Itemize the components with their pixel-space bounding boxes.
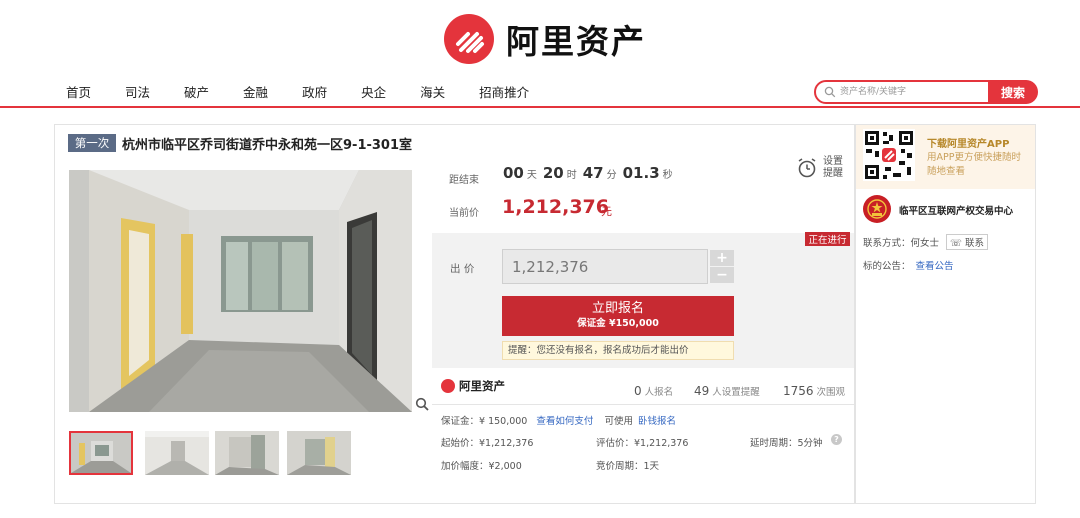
- stat-registrations-count: 0: [634, 384, 642, 398]
- site-logo[interactable]: 阿里资产: [444, 14, 646, 64]
- thumbnail-1[interactable]: [69, 431, 133, 475]
- current-price-unit: 元: [601, 205, 612, 218]
- notice-label: 标的公告：: [863, 261, 911, 272]
- organization-name[interactable]: 临平区互联网产权交易中心: [899, 203, 1013, 217]
- start-price: 起始价：¥1,212,376: [441, 438, 534, 449]
- stat-reminders-label: 人设置提醒: [712, 387, 760, 398]
- countdown-minutes-unit: 分: [606, 170, 617, 181]
- app-download-title[interactable]: 下载阿里资产APP: [927, 135, 1009, 150]
- nav-item-home[interactable]: 首页: [66, 82, 91, 101]
- bid-decrease-button[interactable]: −: [710, 267, 734, 283]
- bid-increase-button[interactable]: +: [710, 250, 734, 266]
- countdown-days-unit: 天: [526, 170, 537, 181]
- appraisal-price: 评估价：¥1,212,376: [596, 438, 689, 449]
- lot-title: 杭州市临平区乔司街道乔中永和苑一区9-1-301室: [122, 138, 413, 153]
- usable-label: 可使用: [604, 416, 633, 427]
- nav-item-bankruptcy[interactable]: 破产: [184, 82, 209, 101]
- thumbnail-2[interactable]: [145, 431, 209, 475]
- nav-item-central-soe[interactable]: 央企: [361, 82, 386, 101]
- deposit-info: 保证金：¥ 150,000 查看如何支付 可使用 卧钱报名: [441, 413, 676, 427]
- search-button[interactable]: 搜索: [988, 80, 1038, 104]
- main-nav: 首页 司法 破产 金融 政府 央企 海关 招商推介: [66, 82, 563, 101]
- countdown-hours: 20: [542, 164, 564, 182]
- national-emblem-icon: [863, 195, 891, 223]
- stat-reminders-count: 49: [694, 384, 710, 398]
- status-badge: 正在进行: [805, 232, 850, 246]
- brand-name: 阿里资产: [506, 22, 646, 61]
- auction-round-badge: 第一次: [68, 134, 116, 152]
- search-bar: 搜索: [814, 80, 1038, 104]
- reminder-line2: 提醒: [823, 168, 843, 179]
- main-property-photo[interactable]: [69, 170, 412, 412]
- bid-increment: 加价幅度：¥2,000: [441, 461, 522, 472]
- countdown-hours-unit: 时: [566, 170, 577, 181]
- countdown-days: 00: [503, 164, 524, 182]
- current-price: 1,212,376: [502, 196, 609, 218]
- countdown-timer: 00 天 20 时 47 分 01.3 秒: [503, 164, 679, 182]
- view-notice-link[interactable]: 查看公告: [916, 261, 954, 272]
- bidding-cycle: 竞价周期：1天: [596, 461, 660, 472]
- stats-divider: [432, 404, 854, 405]
- zoom-icon[interactable]: [415, 397, 429, 411]
- contact-label: 联系方式：何女士: [863, 238, 940, 249]
- how-to-pay-link[interactable]: 查看如何支付: [536, 416, 593, 427]
- brand-logo-icon: [444, 14, 494, 64]
- stat-reminders: 49 人设置提醒: [694, 380, 760, 399]
- countdown-minutes: 47: [582, 164, 604, 182]
- search-icon: [824, 86, 836, 98]
- contact-button-label: 联系: [964, 238, 984, 249]
- thumbnail-4[interactable]: [287, 431, 351, 475]
- deposit-label: 保证金：¥ 150,000: [441, 416, 528, 427]
- stat-views: 1756 次围观: [783, 380, 845, 399]
- register-now-button[interactable]: 立即报名 保证金 ¥150,000: [502, 296, 734, 336]
- set-reminder-button[interactable]: 设置 提醒: [797, 156, 843, 180]
- registration-tip: 提醒：您还没有报名，报名成功后才能出价: [502, 341, 734, 360]
- contact-info: 联系方式：何女士 ☏ 联系: [863, 234, 988, 250]
- brand-logo-small-icon: [441, 379, 455, 393]
- reminder-line1: 设置: [823, 156, 843, 167]
- alarm-clock-icon: [798, 158, 816, 178]
- stat-registrations: 0 人报名: [634, 380, 673, 399]
- nav-divider: [0, 106, 1080, 108]
- countdown-label: 距结束: [449, 175, 479, 186]
- countdown-seconds: 01.3: [622, 164, 660, 182]
- nav-item-finance[interactable]: 金融: [243, 82, 268, 101]
- countdown-seconds-unit: 秒: [662, 170, 673, 181]
- credit-register-link[interactable]: 卧钱报名: [638, 416, 676, 427]
- nav-item-customs[interactable]: 海关: [420, 82, 445, 101]
- register-button-deposit: 保证金 ¥150,000: [577, 318, 659, 329]
- register-button-label: 立即报名: [591, 301, 644, 316]
- notice-info: 标的公告： 查看公告: [863, 258, 954, 272]
- help-icon[interactable]: ?: [831, 434, 842, 445]
- current-price-label: 当前价: [449, 208, 479, 219]
- small-brand-name: 阿里资产: [459, 379, 505, 393]
- nav-item-investment[interactable]: 招商推介: [479, 82, 529, 101]
- nav-item-judicial[interactable]: 司法: [125, 82, 150, 101]
- small-brand-logo: 阿里资产: [441, 378, 505, 394]
- qr-code-icon: [863, 129, 915, 181]
- thumbnail-3[interactable]: [215, 431, 279, 475]
- app-download-desc: 用APP更方便快捷随时随地查看: [927, 152, 1021, 177]
- search-input[interactable]: [840, 84, 990, 100]
- stat-views-label: 次围观: [816, 387, 846, 398]
- stat-registrations-label: 人报名: [644, 387, 674, 398]
- bid-amount-input[interactable]: [502, 249, 708, 284]
- nav-item-government[interactable]: 政府: [302, 82, 327, 101]
- stat-views-count: 1756: [783, 384, 814, 398]
- bid-label: 出 价: [450, 263, 475, 275]
- contact-button[interactable]: ☏ 联系: [946, 234, 988, 250]
- delay-period: 延时周期：5分钟: [750, 438, 823, 449]
